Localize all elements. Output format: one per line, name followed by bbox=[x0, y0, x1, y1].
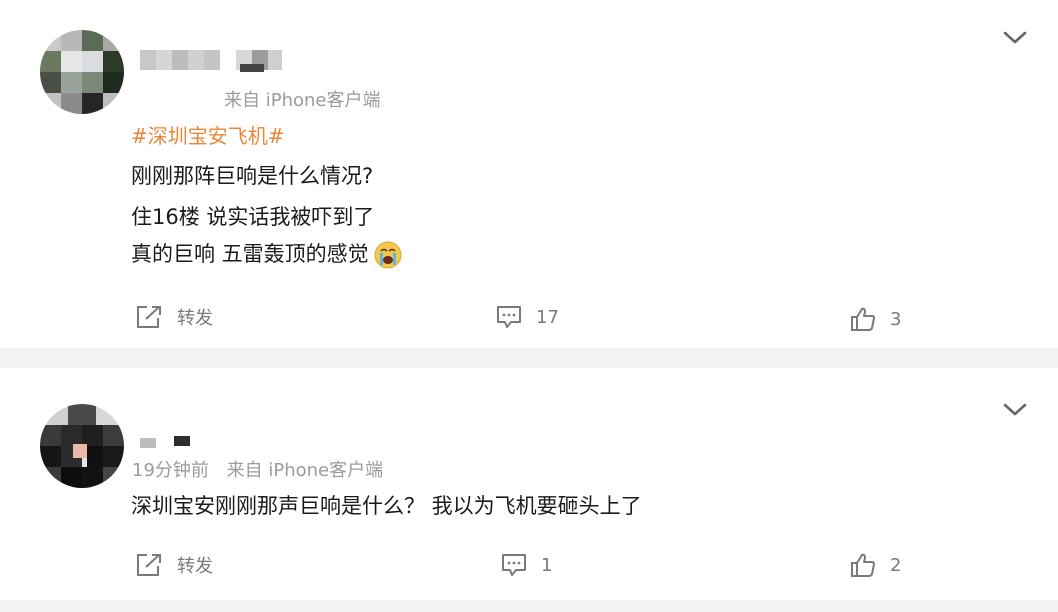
repost-button[interactable]: 转发 bbox=[135, 552, 213, 578]
post-text-line-2: 住16楼 说实话我被吓到了 bbox=[131, 205, 375, 229]
avatar-image bbox=[40, 30, 124, 114]
post-text-line-3-text: 真的巨响 五雷轰顶的感觉 bbox=[131, 242, 369, 266]
post-source: 来自 iPhone客户端 bbox=[224, 90, 381, 111]
username-blurred[interactable] bbox=[140, 48, 295, 72]
like-count: 3 bbox=[890, 308, 902, 330]
avatar[interactable] bbox=[40, 404, 124, 488]
like-count: 2 bbox=[890, 554, 902, 576]
crying-emoji-icon bbox=[374, 241, 402, 269]
avatar-image bbox=[40, 404, 124, 488]
chevron-down-icon[interactable] bbox=[1002, 28, 1028, 46]
like-button[interactable]: 3 bbox=[850, 306, 901, 332]
repost-button[interactable]: 转发 bbox=[135, 304, 213, 330]
comment-count: 1 bbox=[541, 554, 553, 576]
repost-label: 转发 bbox=[177, 308, 213, 329]
username-mosaic bbox=[140, 50, 282, 72]
comment-icon bbox=[497, 306, 521, 328]
post-card-2: 19分钟前 来自 iPhone客户端 深圳宝安刚刚那声巨响是什么？ 我以为飞机要… bbox=[0, 368, 1058, 600]
hashtag-link[interactable]: #深圳宝安飞机# bbox=[131, 120, 285, 149]
post-time: 19分钟前 bbox=[132, 460, 209, 481]
post-source: 来自 iPhone客户端 bbox=[226, 460, 384, 481]
post-card-1: 来自 iPhone客户端 #深圳宝安飞机# 刚刚那阵巨响是什么情况? 住16楼 … bbox=[0, 0, 1058, 348]
post-text-line-1: 刚刚那阵巨响是什么情况? bbox=[131, 164, 374, 188]
post-meta: 19分钟前 来自 iPhone客户端 bbox=[132, 456, 383, 482]
repost-icon bbox=[137, 306, 161, 328]
like-icon bbox=[851, 307, 875, 331]
username-mosaic bbox=[140, 436, 190, 448]
username-blurred[interactable] bbox=[140, 434, 200, 456]
comment-button[interactable]: 1 bbox=[501, 552, 552, 578]
chevron-down-icon[interactable] bbox=[1002, 400, 1028, 418]
avatar[interactable] bbox=[40, 30, 124, 114]
post-text-line-1: 深圳宝安刚刚那声巨响是什么？ 我以为飞机要砸头上了 bbox=[131, 494, 642, 518]
comment-button[interactable]: 17 bbox=[496, 304, 559, 330]
comment-count: 17 bbox=[536, 306, 559, 328]
post-text-line-3: 真的巨响 五雷轰顶的感觉 bbox=[131, 238, 403, 270]
repost-label: 转发 bbox=[177, 556, 213, 577]
repost-icon bbox=[137, 554, 161, 576]
like-icon bbox=[851, 553, 875, 577]
comment-icon bbox=[502, 554, 526, 576]
like-button[interactable]: 2 bbox=[850, 552, 901, 578]
